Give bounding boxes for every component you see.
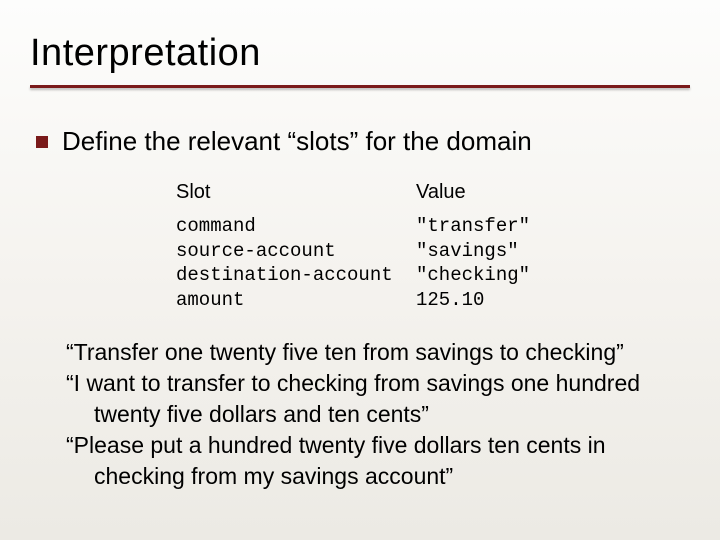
slot-table: Slot Value command "transfer" source-acc… bbox=[176, 181, 690, 313]
slide-title: Interpretation bbox=[30, 32, 690, 89]
bullet-item: Define the relevant “slots” for the doma… bbox=[36, 126, 690, 157]
title-underline bbox=[30, 85, 690, 88]
cell-value: "checking" bbox=[416, 263, 616, 288]
cell-slot: destination-account bbox=[176, 263, 416, 288]
bullet-text: Define the relevant “slots” for the doma… bbox=[62, 126, 532, 157]
slide-body: Define the relevant “slots” for the doma… bbox=[30, 126, 690, 492]
example-line: “Please put a hundred twenty five dollar… bbox=[66, 430, 684, 492]
col-header-slot: Slot bbox=[176, 181, 416, 204]
bullet-icon bbox=[36, 136, 48, 148]
cell-slot: source-account bbox=[176, 239, 416, 264]
table-header-row: Slot Value bbox=[176, 181, 690, 214]
table-row: command "transfer" bbox=[176, 214, 690, 239]
table-row: source-account "savings" bbox=[176, 239, 690, 264]
cell-value: "savings" bbox=[416, 239, 616, 264]
cell-slot: amount bbox=[176, 288, 416, 313]
cell-slot: command bbox=[176, 214, 416, 239]
example-line: “Transfer one twenty five ten from savin… bbox=[66, 337, 684, 368]
example-utterances: “Transfer one twenty five ten from savin… bbox=[36, 337, 690, 492]
col-header-value: Value bbox=[416, 181, 616, 204]
cell-value: 125.10 bbox=[416, 288, 616, 313]
cell-value: "transfer" bbox=[416, 214, 616, 239]
table-row: destination-account "checking" bbox=[176, 263, 690, 288]
slide: Interpretation Define the relevant “slot… bbox=[0, 0, 720, 540]
example-line: “I want to transfer to checking from sav… bbox=[66, 368, 684, 430]
table-row: amount 125.10 bbox=[176, 288, 690, 313]
